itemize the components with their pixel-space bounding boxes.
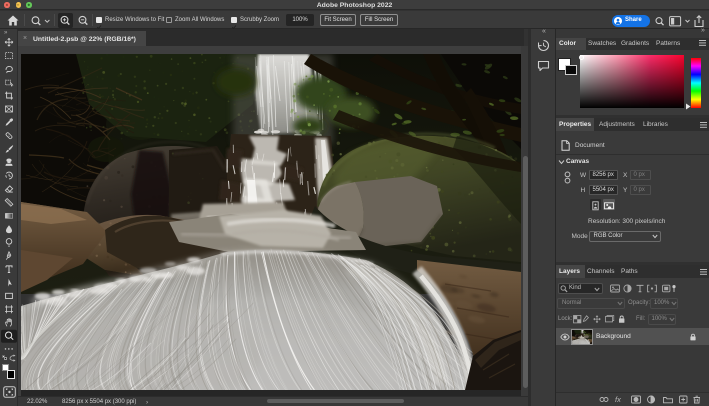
- svg-text:fx: fx: [615, 395, 621, 404]
